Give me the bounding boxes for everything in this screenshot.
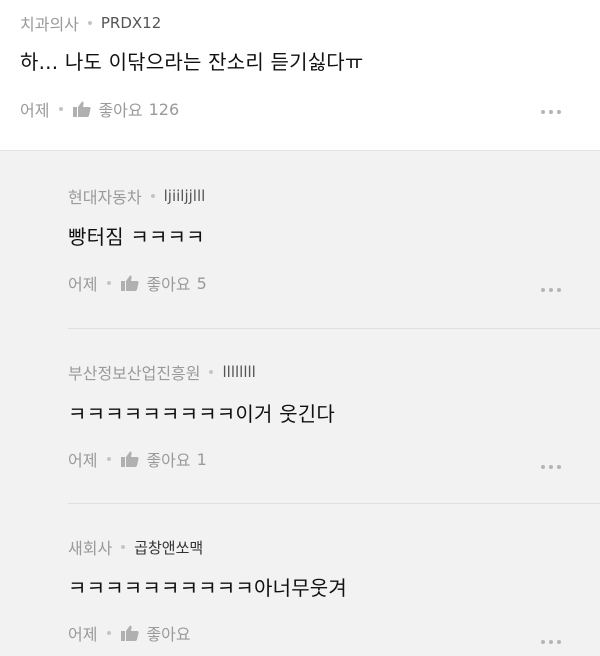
like-button-label[interactable]: 좋아요 [146, 621, 190, 645]
thumbs-up-icon[interactable] [73, 101, 92, 117]
separator-dot [107, 281, 112, 285]
more-options-button[interactable] [541, 460, 571, 474]
author-name[interactable]: 현대자동차 [68, 184, 142, 208]
reply-meta: 새회사 곱창앤쏘맥 [68, 535, 203, 559]
like-button-label[interactable]: 좋아요 [146, 447, 190, 471]
more-options-button[interactable] [541, 283, 571, 297]
comment-thread: 치과의사 PRDX12 하... 나도 이닦으라는 잔소리 듣기싫다ㅠ 어제 좋… [0, 0, 600, 656]
author-name[interactable]: 치과의사 [20, 11, 79, 35]
like-count: 126 [148, 99, 180, 119]
reply-divider [68, 503, 600, 504]
separator-dot [107, 457, 112, 461]
comment-text: 하... 나도 이닦으라는 잔소리 듣기싫다ㅠ [20, 50, 364, 74]
author-name[interactable]: 부산정보산업진흥원 [68, 360, 200, 384]
reply-list: 현대자동차 ljiiljjlll 빵터짐 ㅋㅋㅋㅋ 어제 좋아요 5 부산정보산… [0, 150, 600, 656]
reply-text: 빵터짐 ㅋㅋㅋㅋ [68, 225, 205, 249]
more-dot [541, 465, 545, 469]
more-dot [549, 110, 553, 114]
thumbs-up-icon[interactable] [121, 451, 140, 467]
more-dot [541, 640, 545, 644]
nickname[interactable]: PRDX12 [101, 14, 161, 32]
timestamp: 어제 [68, 625, 98, 644]
more-dot [557, 110, 561, 114]
timestamp: 어제 [20, 101, 50, 120]
reply-text: ㅋㅋㅋㅋㅋㅋㅋㅋㅋ이거 웃긴다 [68, 402, 335, 426]
more-options-button[interactable] [541, 105, 571, 119]
more-dot [549, 640, 553, 644]
more-dot [541, 110, 545, 114]
thumbs-up-icon[interactable] [121, 625, 140, 641]
reply-meta: 부산정보산업진흥원 llllllll [68, 360, 256, 384]
separator-dot [209, 370, 214, 374]
more-dot [549, 288, 553, 292]
more-dot [541, 288, 545, 292]
separator-dot [87, 21, 92, 25]
thumbs-up-icon[interactable] [121, 275, 140, 291]
like-count: 1 [196, 449, 207, 469]
comment-meta: 치과의사 PRDX12 [20, 11, 161, 35]
more-options-button[interactable] [541, 635, 571, 649]
like-button-label[interactable]: 좋아요 [146, 271, 190, 295]
like-count: 5 [196, 273, 207, 293]
reply-actions: 어제 좋아요 1 [68, 447, 207, 471]
separator-dot [150, 194, 155, 198]
reply-actions: 어제 좋아요 [68, 621, 197, 645]
separator-dot [59, 107, 64, 111]
nickname[interactable]: llllllll [222, 363, 255, 381]
more-dot [557, 465, 561, 469]
separator-dot [107, 631, 112, 635]
reply-text: ㅋㅋㅋㅋㅋㅋㅋㅋㅋㅋ아너무웃겨 [68, 576, 347, 600]
nickname[interactable]: 곱창앤쏘맥 [134, 537, 203, 558]
author-name[interactable]: 새회사 [68, 535, 112, 559]
timestamp: 어제 [68, 451, 98, 470]
more-dot [557, 640, 561, 644]
main-comment: 치과의사 PRDX12 하... 나도 이닦으라는 잔소리 듣기싫다ㅠ 어제 좋… [0, 0, 600, 150]
like-button-label[interactable]: 좋아요 [98, 97, 142, 121]
reply-divider [68, 328, 600, 329]
reply-actions: 어제 좋아요 5 [68, 271, 207, 295]
reply-meta: 현대자동차 ljiiljjlll [68, 184, 205, 208]
timestamp: 어제 [68, 275, 98, 294]
comment-actions: 어제 좋아요 126 [20, 97, 179, 121]
separator-dot [121, 545, 126, 549]
more-dot [557, 288, 561, 292]
more-dot [549, 465, 553, 469]
nickname[interactable]: ljiiljjlll [164, 187, 206, 205]
